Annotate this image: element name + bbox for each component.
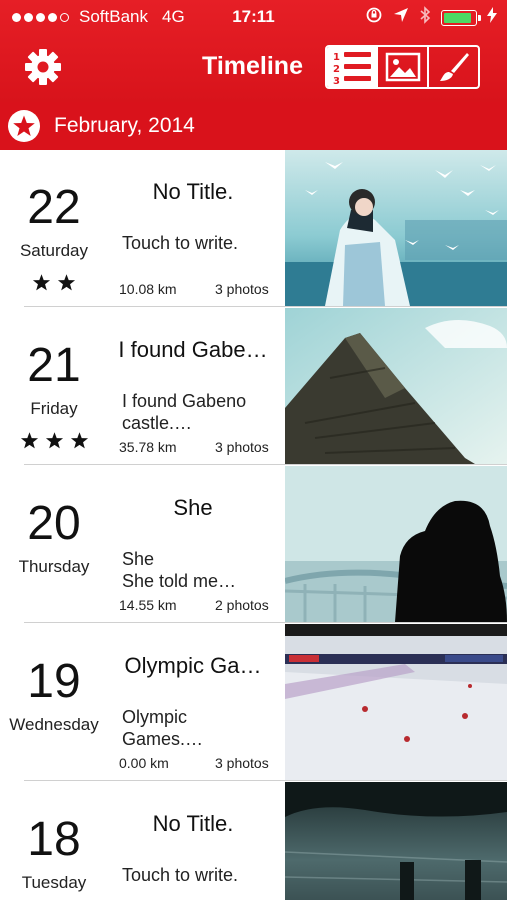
distance-label: 35.78 km [119,439,177,455]
svg-text:3: 3 [333,76,340,86]
numbered-list-icon: 123 [333,52,371,86]
list-view-button[interactable]: 123 [327,47,378,87]
entry-thumbnail [285,466,507,622]
star-icon [32,274,51,291]
entry-title: She [173,495,213,520]
day-number: 18 [27,813,81,866]
entry-thumbnail [285,624,507,780]
star-icon [70,432,88,449]
entry-thumbnail [285,782,507,900]
star-icon [20,432,38,449]
timeline-entry[interactable]: 22 Saturday No Title. Touch to write. 10… [0,150,507,307]
entry-title: Olympic Ga… [124,653,262,678]
bluetooth-icon [419,6,431,29]
entry-body: I found Gabeno castle.… [122,391,247,433]
row-divider [24,780,507,781]
svg-text:1: 1 [333,52,340,63]
day-number: 20 [27,497,81,550]
entry-body: Olympic Games.… [122,707,204,749]
star-icon [45,432,63,449]
location-arrow-icon [393,7,409,28]
row-divider [24,464,507,465]
photo-count: 3 photos [215,755,269,771]
entry-body: Touch to write. [122,865,239,885]
weekday-label: Friday [30,399,78,418]
photo-count: 3 photos [215,281,269,297]
charging-bolt-icon [487,7,497,28]
entry-body: Touch to write. [122,233,239,253]
rotation-lock-icon [365,6,383,29]
distance-label: 14.55 km [119,597,177,613]
photo-count: 3 photos [215,439,269,455]
view-mode-segmented-control: 123 [325,45,480,89]
timeline-entry[interactable]: 20 Thursday She She She told me… 14.55 k… [0,466,507,623]
draw-view-button[interactable] [429,47,478,87]
entry-title: No Title. [152,179,234,204]
day-number: 21 [27,339,81,392]
gear-icon[interactable] [22,46,64,88]
battery-icon [441,9,481,26]
day-number: 19 [27,655,81,708]
picture-icon [385,52,420,82]
weekday-label: Wednesday [9,715,99,734]
entry-title: No Title. [152,811,234,836]
brush-icon [439,53,469,81]
row-divider [24,622,507,623]
weekday-label: Thursday [18,557,90,576]
timeline-entry[interactable]: 18 Tuesday No Title. Touch to write. [0,782,507,900]
rating-stars [0,431,108,450]
weekday-label: Tuesday [21,873,87,892]
timeline-entry[interactable]: 21 Friday I found Gabe… I found Gabeno c… [0,308,507,465]
timeline-entry[interactable]: 19 Wednesday Olympic Ga… Olympic Games.…… [0,624,507,781]
day-number: 22 [27,181,81,234]
month-header: February, 2014 [0,102,507,150]
status-bar: SoftBank 4G 17:11 [0,0,507,34]
weekday-label: Saturday [19,241,89,260]
entry-thumbnail [285,308,507,464]
navigation-bar: Timeline 123 [0,34,507,100]
star-badge-icon[interactable] [8,110,40,142]
row-divider [24,306,507,307]
timeline-list: 22 Saturday No Title. Touch to write. 10… [0,150,507,900]
top-bar: SoftBank 4G 17:11 Timeline 1 2 3 [0,0,507,102]
entry-body: She She told me… [122,549,237,591]
entry-thumbnail [285,150,507,306]
entry-title: I found Gabe… [118,337,268,362]
month-label: February, 2014 [54,114,195,137]
page-title: Timeline [202,52,303,80]
distance-label: 10.08 km [119,281,177,297]
photo-count: 2 photos [215,597,269,613]
star-icon [57,274,76,291]
svg-text:2: 2 [333,64,340,75]
photo-view-button[interactable] [378,47,429,87]
distance-label: 0.00 km [119,755,169,771]
rating-stars [0,273,108,292]
